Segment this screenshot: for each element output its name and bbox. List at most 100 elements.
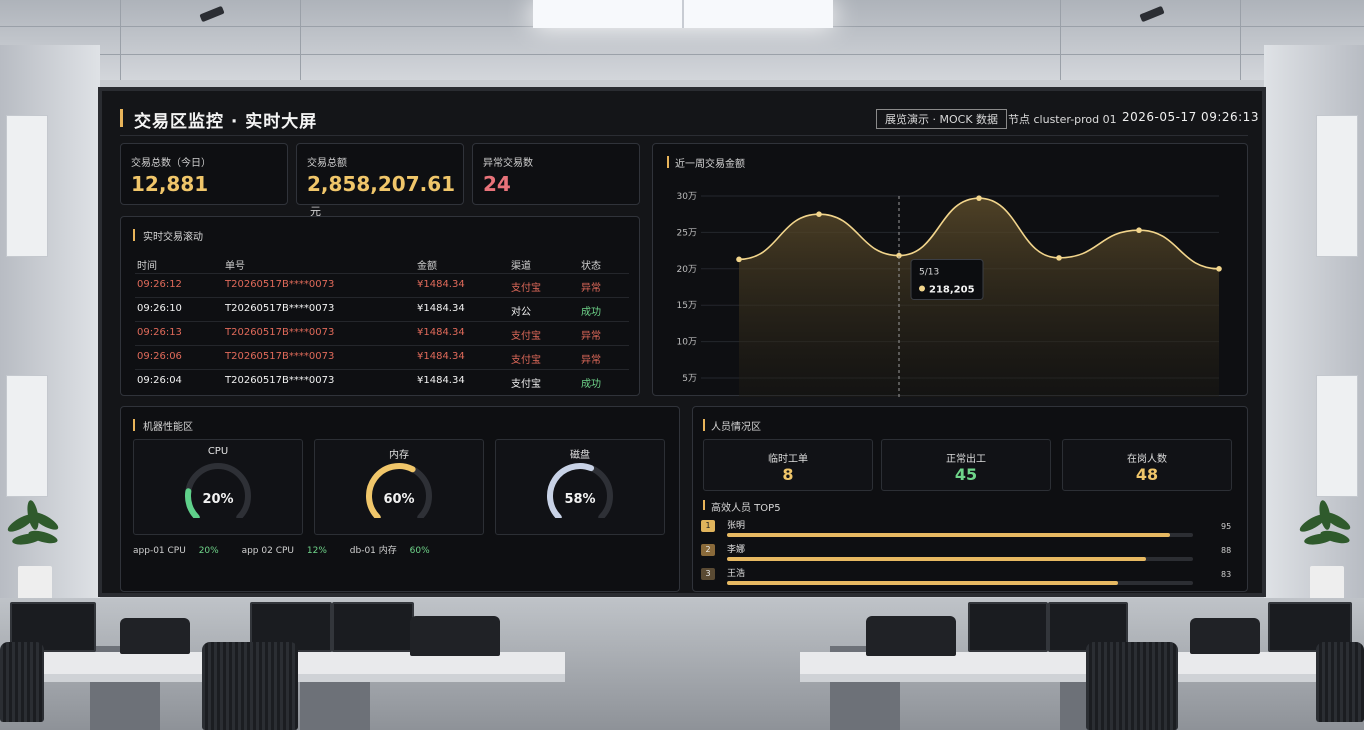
disk-gauge — [547, 463, 613, 518]
gauge-value: 60% — [383, 492, 415, 507]
transactions-panel: 实时交易滚动 时间 单号 金额 渠道 状态 09:26:12 T20260517B… — [120, 216, 640, 396]
host-metric: db-01 内存 60% — [349, 546, 430, 556]
data-point — [1136, 227, 1142, 234]
dashboard-screen: 交易区监控 · 实时大屏 展览演示 · MOCK 数据 节点 cluster-p… — [98, 87, 1266, 597]
cpu-gauge — [185, 463, 251, 518]
host-metrics-line: app-01 CPU 20% app 02 CPU 12% db-01 内存 6… — [133, 543, 450, 556]
stat-temp-orders: 临时工单 8 — [703, 439, 873, 491]
performer-bar-fill — [727, 533, 1170, 537]
performer-score: 83 — [1221, 570, 1232, 579]
dashboard-title: 交易区监控 · 实时大屏 — [134, 112, 318, 132]
cell-status: 异常 — [581, 355, 601, 366]
cell-amount: ¥1484.34 — [417, 327, 465, 338]
stat-label: 临时工单 — [768, 454, 808, 465]
performer-name: 张明 — [727, 521, 746, 531]
stat-value: 8 — [782, 465, 794, 484]
office-floor — [0, 598, 1364, 730]
kpi-card-total-amount: 交易总额 2,858,207.61元 — [296, 143, 464, 218]
section-accent-bar — [703, 419, 705, 431]
personnel-panel: 人员情况区 临时工单 8 正常出工 45 在岗人数 48 高效人员 TOP5 1… — [692, 406, 1248, 592]
gauge-card-disk: 磁盘 58% — [495, 439, 665, 535]
data-point — [1216, 266, 1222, 272]
y-tick-label: 5万 — [682, 374, 697, 384]
cell-status: 异常 — [581, 331, 601, 342]
cell-time: 09:26:12 — [137, 279, 182, 290]
stat-value: 48 — [1135, 465, 1159, 484]
stat-label: 正常出工 — [946, 454, 986, 465]
performer-bar-fill — [727, 581, 1119, 585]
data-point — [736, 256, 742, 263]
performer-name: 王浩 — [727, 569, 746, 579]
cell-amount: ¥1484.34 — [417, 375, 465, 386]
weekly-amount-area-chart: 5万10万15万20万25万30万5/125/135/145/155/165/1… — [677, 192, 1222, 397]
kpi-label: 异常交易数 — [483, 158, 533, 169]
performer-score: 95 — [1221, 522, 1232, 531]
personnel-title: 人员情况区 — [711, 422, 761, 433]
memory-gauge — [366, 463, 432, 518]
performer-score: 88 — [1221, 546, 1232, 555]
kpi-label: 交易总额 — [307, 158, 347, 169]
cell-channel: 对公 — [511, 307, 531, 318]
performer-bar — [727, 581, 1193, 585]
cell-time: 09:26:04 — [137, 375, 182, 386]
col-header-time: 时间 — [137, 261, 157, 272]
gauge-value: 58% — [564, 492, 596, 507]
tooltip-value: 218,205 — [929, 285, 975, 296]
cell-id: T20260517B****0073 — [225, 375, 335, 386]
kpi-value: 24 — [483, 172, 511, 196]
rank-badge: 1 — [701, 520, 715, 532]
datetime-display: 2026-05-17 09:26:13 — [1122, 110, 1259, 124]
gauge-card-cpu: CPU 20% — [133, 439, 303, 535]
stat-value: 45 — [954, 465, 978, 484]
performer-name: 李娜 — [727, 545, 746, 555]
section-accent-bar — [703, 500, 705, 510]
y-tick-label: 20万 — [677, 265, 697, 275]
cell-status: 成功 — [581, 379, 601, 390]
cell-status: 异常 — [581, 283, 601, 294]
host-metric: app-01 CPU 20% — [133, 546, 219, 556]
cell-time: 09:26:06 — [137, 351, 182, 362]
top-performers-title: 高效人员 TOP5 — [711, 503, 781, 514]
cell-id: T20260517B****0073 — [225, 303, 335, 314]
col-header-channel: 渠道 — [511, 261, 531, 272]
weekly-amount-chart-panel: 近一周交易金额 5万10万15万20万25万30万5/125/135/145/1… — [652, 143, 1248, 397]
cell-amount: ¥1484.34 — [417, 351, 465, 362]
machines-title: 机器性能区 — [143, 422, 193, 433]
kpi-card-total-count: 交易总数（今日） 12,881 — [120, 143, 288, 205]
transactions-title: 实时交易滚动 — [143, 232, 203, 243]
rank-badge: 3 — [701, 568, 715, 580]
tooltip-date: 5/13 — [919, 268, 939, 278]
y-tick-label: 15万 — [677, 301, 697, 311]
section-accent-bar — [133, 419, 135, 431]
cluster-node-label: 节点 cluster-prod 01 — [1008, 113, 1117, 126]
y-tick-label: 10万 — [677, 338, 697, 348]
gauge-title: CPU — [207, 446, 229, 457]
rank-badge: 2 — [701, 544, 715, 556]
performer-bar — [727, 533, 1193, 537]
kpi-label: 交易总数（今日） — [131, 158, 211, 169]
potted-plant — [1296, 499, 1356, 600]
data-point — [1056, 255, 1062, 261]
col-header-amount: 金额 — [417, 261, 437, 272]
cell-id: T20260517B****0073 — [225, 279, 335, 290]
header-divider — [120, 135, 1248, 136]
cell-time: 09:26:10 — [137, 303, 182, 314]
machine-performance-panel: 机器性能区 CPU 20% 内存 60% 磁盘 58% app-01 CPU 2… — [120, 406, 680, 592]
cell-channel: 支付宝 — [511, 379, 541, 390]
data-point — [976, 195, 982, 201]
performer-bar-fill — [727, 557, 1147, 561]
mock-data-badge: 展览演示 · MOCK 数据 — [876, 109, 1008, 129]
gauge-value: 20% — [202, 492, 234, 507]
cell-amount: ¥1484.34 — [417, 303, 465, 314]
cell-id: T20260517B****0073 — [225, 351, 335, 362]
tooltip-legend-dot — [919, 285, 925, 292]
kpi-card-abnormal-count: 异常交易数 24 — [472, 143, 640, 205]
cell-channel: 支付宝 — [511, 331, 541, 342]
cell-status: 成功 — [581, 307, 601, 318]
cell-channel: 支付宝 — [511, 355, 541, 366]
kpi-value: 12,881 — [131, 172, 209, 196]
ceiling-light — [533, 0, 833, 28]
stat-on-duty: 在岗人数 48 — [1062, 439, 1232, 491]
cell-channel: 支付宝 — [511, 283, 541, 294]
y-tick-label: 30万 — [677, 192, 697, 202]
